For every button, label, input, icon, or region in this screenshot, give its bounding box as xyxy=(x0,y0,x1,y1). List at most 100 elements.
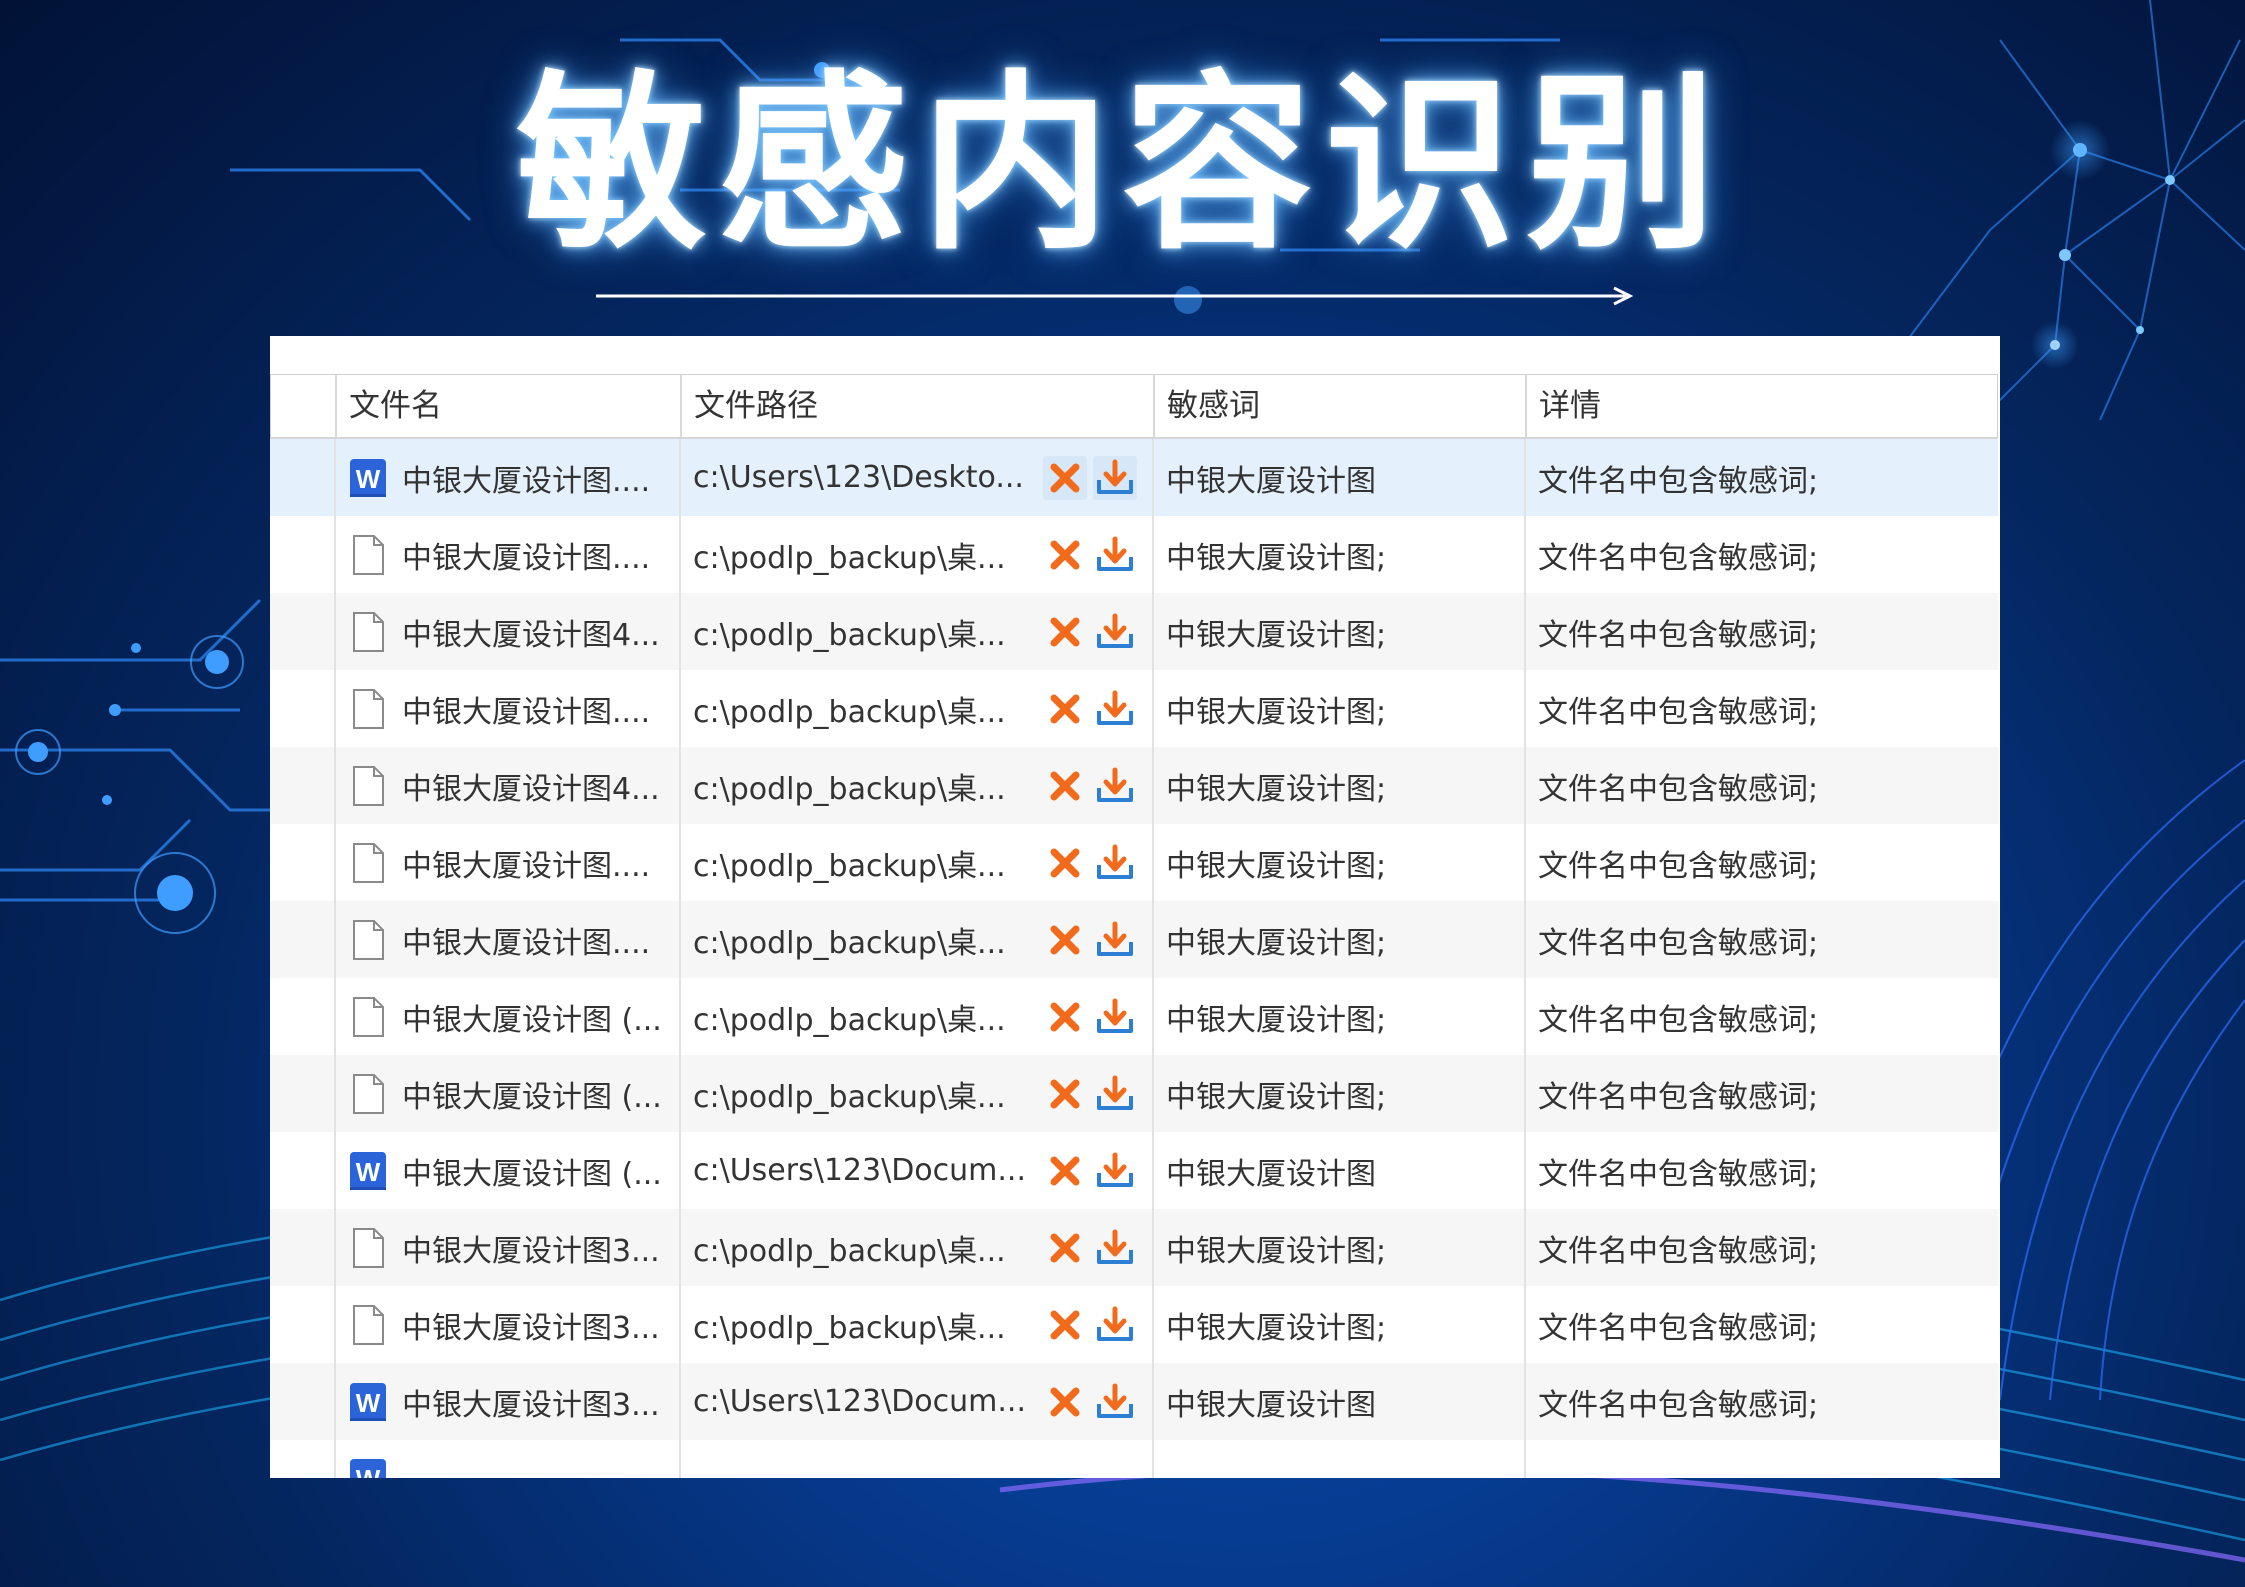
delete-icon[interactable] xyxy=(1043,610,1087,654)
path-text: c:\podlp_backup\桌... xyxy=(693,617,1006,653)
table-row[interactable]: W 中银大厦设计图.... c:\Users\123\Deskto... 中银大厦设计… xyxy=(270,439,1998,516)
table-row[interactable]: 中银大厦设计图.... c:\podlp_backup\桌... 中银大厦设计图; 文… xyxy=(270,670,1998,747)
table-row[interactable]: 中银大厦设计图3... c:\podlp_backup\桌... 中银大厦设计图; 文… xyxy=(270,1209,1998,1286)
filename-cell: 中银大厦设计图 (... xyxy=(334,978,679,1055)
download-icon[interactable] xyxy=(1093,533,1137,577)
delete-icon[interactable] xyxy=(1043,687,1087,731)
col-header-filename[interactable]: 文件名 xyxy=(335,375,680,437)
filename-text: 中银大厦设计图3... xyxy=(402,1233,660,1269)
keyword-cell: 中银大厦设计图; xyxy=(1152,1055,1524,1132)
table-row[interactable]: 中银大厦设计图.... c:\podlp_backup\桌... 中银大厦设计图; 文… xyxy=(270,824,1998,901)
detail-cell: 文件名中包含敏感词; xyxy=(1524,1209,1998,1286)
path-cell: c:\podlp_backup\桌... xyxy=(679,978,1152,1055)
delete-icon[interactable] xyxy=(1043,1072,1087,1116)
detail-cell: 文件名中包含敏感词; xyxy=(1524,593,1998,670)
row-index-cell xyxy=(270,439,334,516)
download-icon[interactable] xyxy=(1093,687,1137,731)
path-cell: c:\podlp_backup\桌... xyxy=(679,824,1152,901)
download-icon[interactable] xyxy=(1093,1380,1137,1424)
table-row[interactable]: 中银大厦设计图.... c:\podlp_backup\桌... 中银大厦设计图; 文… xyxy=(270,516,1998,593)
table-row[interactable]: 中银大厦设计图 (... c:\podlp_backup\桌... 中银大厦设计图;… xyxy=(270,1055,1998,1132)
keyword-cell: 中银大厦设计图 xyxy=(1152,1132,1524,1209)
detail-text: 文件名中包含敏感词; xyxy=(1538,694,1819,730)
path-text: c:\podlp_backup\桌... xyxy=(693,540,1006,576)
detail-text: 文件名中包含敏感词; xyxy=(1538,848,1819,884)
table-header: 文件名 文件路径 敏感词 详情 xyxy=(270,374,1998,439)
table-row[interactable]: 中银大厦设计图3... c:\podlp_backup\桌... 中银大厦设计图; 文… xyxy=(270,1286,1998,1363)
col-header-index[interactable] xyxy=(271,375,335,437)
download-icon[interactable] xyxy=(1093,841,1137,885)
path-text: c:\Users\123\Deskto... xyxy=(693,460,1024,495)
filename-text: 中银大厦设计图.... xyxy=(402,463,651,499)
row-index-cell xyxy=(270,1286,334,1363)
delete-icon[interactable] xyxy=(1043,995,1087,1039)
table-row[interactable]: W 中银大厦设计图 (... c:\Users\123\Docum... 中银大厦设计… xyxy=(270,1132,1998,1209)
col-header-detail[interactable]: 详情 xyxy=(1525,375,1997,437)
keyword-cell: 中银大厦设计图; xyxy=(1152,1209,1524,1286)
blank-file-icon xyxy=(348,610,388,654)
filename-cell: 中银大厦设计图4... xyxy=(334,747,679,824)
keyword-text: 中银大厦设计图; xyxy=(1166,617,1387,653)
col-header-path[interactable]: 文件路径 xyxy=(680,375,1153,437)
blank-file-icon xyxy=(348,1303,388,1347)
filename-text: 中银大厦设计图.... xyxy=(402,848,651,884)
path-cell: c:\podlp_backup\桌... xyxy=(679,1055,1152,1132)
row-index-cell xyxy=(270,747,334,824)
delete-icon[interactable] xyxy=(1043,1303,1087,1347)
download-icon[interactable] xyxy=(1093,1226,1137,1270)
download-icon[interactable] xyxy=(1093,995,1137,1039)
table-row[interactable]: 中银大厦设计图 (... c:\podlp_backup\桌... 中银大厦设计图;… xyxy=(270,978,1998,1055)
path-text: c:\podlp_backup\桌... xyxy=(693,1079,1006,1115)
detail-cell: 文件名中包含敏感词; xyxy=(1524,824,1998,901)
word-file-icon: W xyxy=(348,456,388,500)
keyword-text: 中银大厦设计图 xyxy=(1166,463,1376,499)
svg-text:W: W xyxy=(356,1464,381,1478)
keyword-text: 中银大厦设计图 xyxy=(1166,1387,1376,1423)
keyword-cell: 中银大厦设计图 xyxy=(1152,439,1524,516)
keyword-cell: 中银大厦设计图; xyxy=(1152,670,1524,747)
delete-icon[interactable] xyxy=(1043,1380,1087,1424)
keyword-text: 中银大厦设计图; xyxy=(1166,848,1387,884)
download-icon[interactable] xyxy=(1093,455,1137,500)
detail-cell: 文件名中包含敏感词; xyxy=(1524,670,1998,747)
filename-text: 中银大厦设计图3... xyxy=(402,1387,660,1423)
filename-text: 中银大厦设计图4... xyxy=(402,617,660,653)
table-row[interactable]: 中银大厦设计图4... c:\podlp_backup\桌... 中银大厦设计图; 文… xyxy=(270,593,1998,670)
download-icon[interactable] xyxy=(1093,918,1137,962)
keyword-cell: 中银大厦设计图; xyxy=(1152,593,1524,670)
row-index-cell xyxy=(270,824,334,901)
filename-text: 中银大厦设计图4... xyxy=(402,771,660,807)
filename-cell: 中银大厦设计图.... xyxy=(334,901,679,978)
download-icon[interactable] xyxy=(1093,1149,1137,1193)
download-icon[interactable] xyxy=(1093,764,1137,808)
col-header-keyword[interactable]: 敏感词 xyxy=(1153,375,1525,437)
filename-text: 中银大厦设计图 (... xyxy=(402,1002,662,1038)
banner-title: 敏感内容识别 xyxy=(516,54,1729,275)
detail-cell: 文件名中包含敏感词; xyxy=(1524,516,1998,593)
download-icon[interactable] xyxy=(1093,1072,1137,1116)
path-cell: c:\podlp_backup\桌... xyxy=(679,670,1152,747)
delete-icon[interactable] xyxy=(1043,1149,1087,1193)
filename-cell: 中银大厦设计图4... xyxy=(334,593,679,670)
keyword-cell: 中银大厦设计图; xyxy=(1152,516,1524,593)
delete-icon[interactable] xyxy=(1043,841,1087,885)
table-row[interactable]: 中银大厦设计图.... c:\podlp_backup\桌... 中银大厦设计图; 文… xyxy=(270,901,1998,978)
blank-file-icon xyxy=(348,764,388,808)
delete-icon[interactable] xyxy=(1043,918,1087,962)
delete-icon[interactable] xyxy=(1043,455,1087,500)
table-row[interactable]: 中银大厦设计图4... c:\podlp_backup\桌... 中银大厦设计图; 文… xyxy=(270,747,1998,824)
filename-cell: 中银大厦设计图3... xyxy=(334,1286,679,1363)
detail-cell: 文件名中包含敏感词; xyxy=(1524,901,1998,978)
delete-icon[interactable] xyxy=(1043,764,1087,808)
detail-text: 文件名中包含敏感词; xyxy=(1538,771,1819,807)
row-index-cell xyxy=(270,516,334,593)
path-text: c:\Users\123\Docum... xyxy=(693,1153,1026,1188)
path-cell: c:\Users\123\Docum... xyxy=(679,1132,1152,1209)
keyword-cell: 中银大厦设计图; xyxy=(1152,824,1524,901)
delete-icon[interactable] xyxy=(1043,533,1087,577)
download-icon[interactable] xyxy=(1093,610,1137,654)
keyword-text: 中银大厦设计图; xyxy=(1166,1079,1387,1115)
delete-icon[interactable] xyxy=(1043,1226,1087,1270)
path-text: c:\podlp_backup\桌... xyxy=(693,1002,1006,1038)
download-icon[interactable] xyxy=(1093,1303,1137,1347)
